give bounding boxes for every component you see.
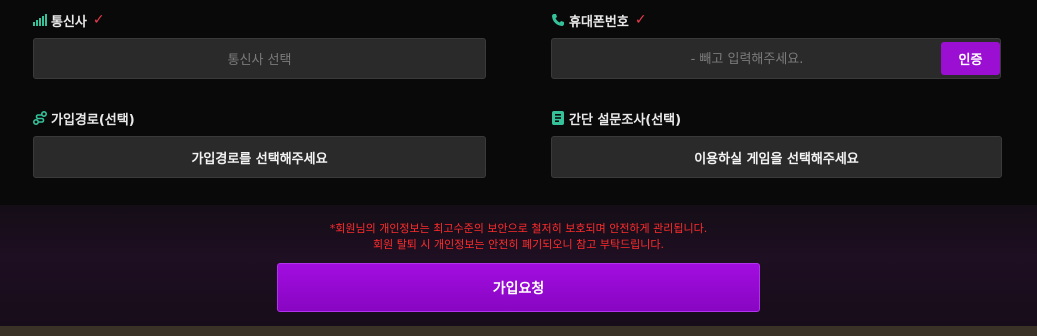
signup-submit-label: 가입요청 bbox=[492, 280, 545, 297]
signup-submit-button[interactable]: 가입요청 bbox=[277, 263, 760, 312]
background-floor bbox=[0, 326, 1037, 336]
signal-bars-icon bbox=[33, 13, 47, 27]
clipboard-icon bbox=[551, 111, 565, 125]
survey-select[interactable]: 이용하실 게임을 선택해주세요 bbox=[551, 136, 1002, 178]
phone-field: 인증 bbox=[551, 38, 1001, 80]
check-icon: ✓ bbox=[634, 12, 647, 28]
signup-route-select[interactable]: 가입경로를 선택해주세요 bbox=[33, 136, 486, 178]
survey-label: 간단 설문조사(선택) bbox=[551, 109, 682, 128]
survey-label-text: 간단 설문조사(선택) bbox=[569, 112, 682, 128]
phone-label-text: 휴대폰번호 bbox=[569, 14, 629, 30]
verify-button[interactable]: 인증 bbox=[941, 42, 1000, 75]
phone-ring-icon bbox=[551, 13, 565, 27]
carrier-select[interactable]: 통신사 선택 bbox=[33, 38, 486, 79]
check-icon: ✓ bbox=[92, 12, 105, 28]
signup-route-label-text: 가입경로(선택) bbox=[51, 112, 135, 128]
carrier-label: 통신사 ✓ bbox=[33, 11, 105, 30]
verify-button-label: 인증 bbox=[958, 53, 983, 68]
phone-input[interactable] bbox=[552, 39, 942, 80]
phone-label: 휴대폰번호 ✓ bbox=[551, 11, 647, 30]
privacy-notice-line1: *회원님의 개인정보는 최고수준의 보안으로 철저히 보호되며 안전하게 관리됩… bbox=[329, 222, 708, 235]
survey-select-text: 이용하실 게임을 선택해주세요 bbox=[694, 151, 859, 167]
signup-route-label: 가입경로(선택) bbox=[33, 109, 135, 128]
carrier-select-text: 통신사 선택 bbox=[227, 53, 292, 68]
route-icon bbox=[33, 111, 47, 125]
carrier-label-text: 통신사 bbox=[51, 14, 87, 30]
privacy-notice-line2: 회원 탈퇴 시 개인정보는 안전히 폐기되오니 참고 부탁드립니다. bbox=[372, 238, 665, 251]
signup-route-select-text: 가입경로를 선택해주세요 bbox=[191, 151, 328, 167]
